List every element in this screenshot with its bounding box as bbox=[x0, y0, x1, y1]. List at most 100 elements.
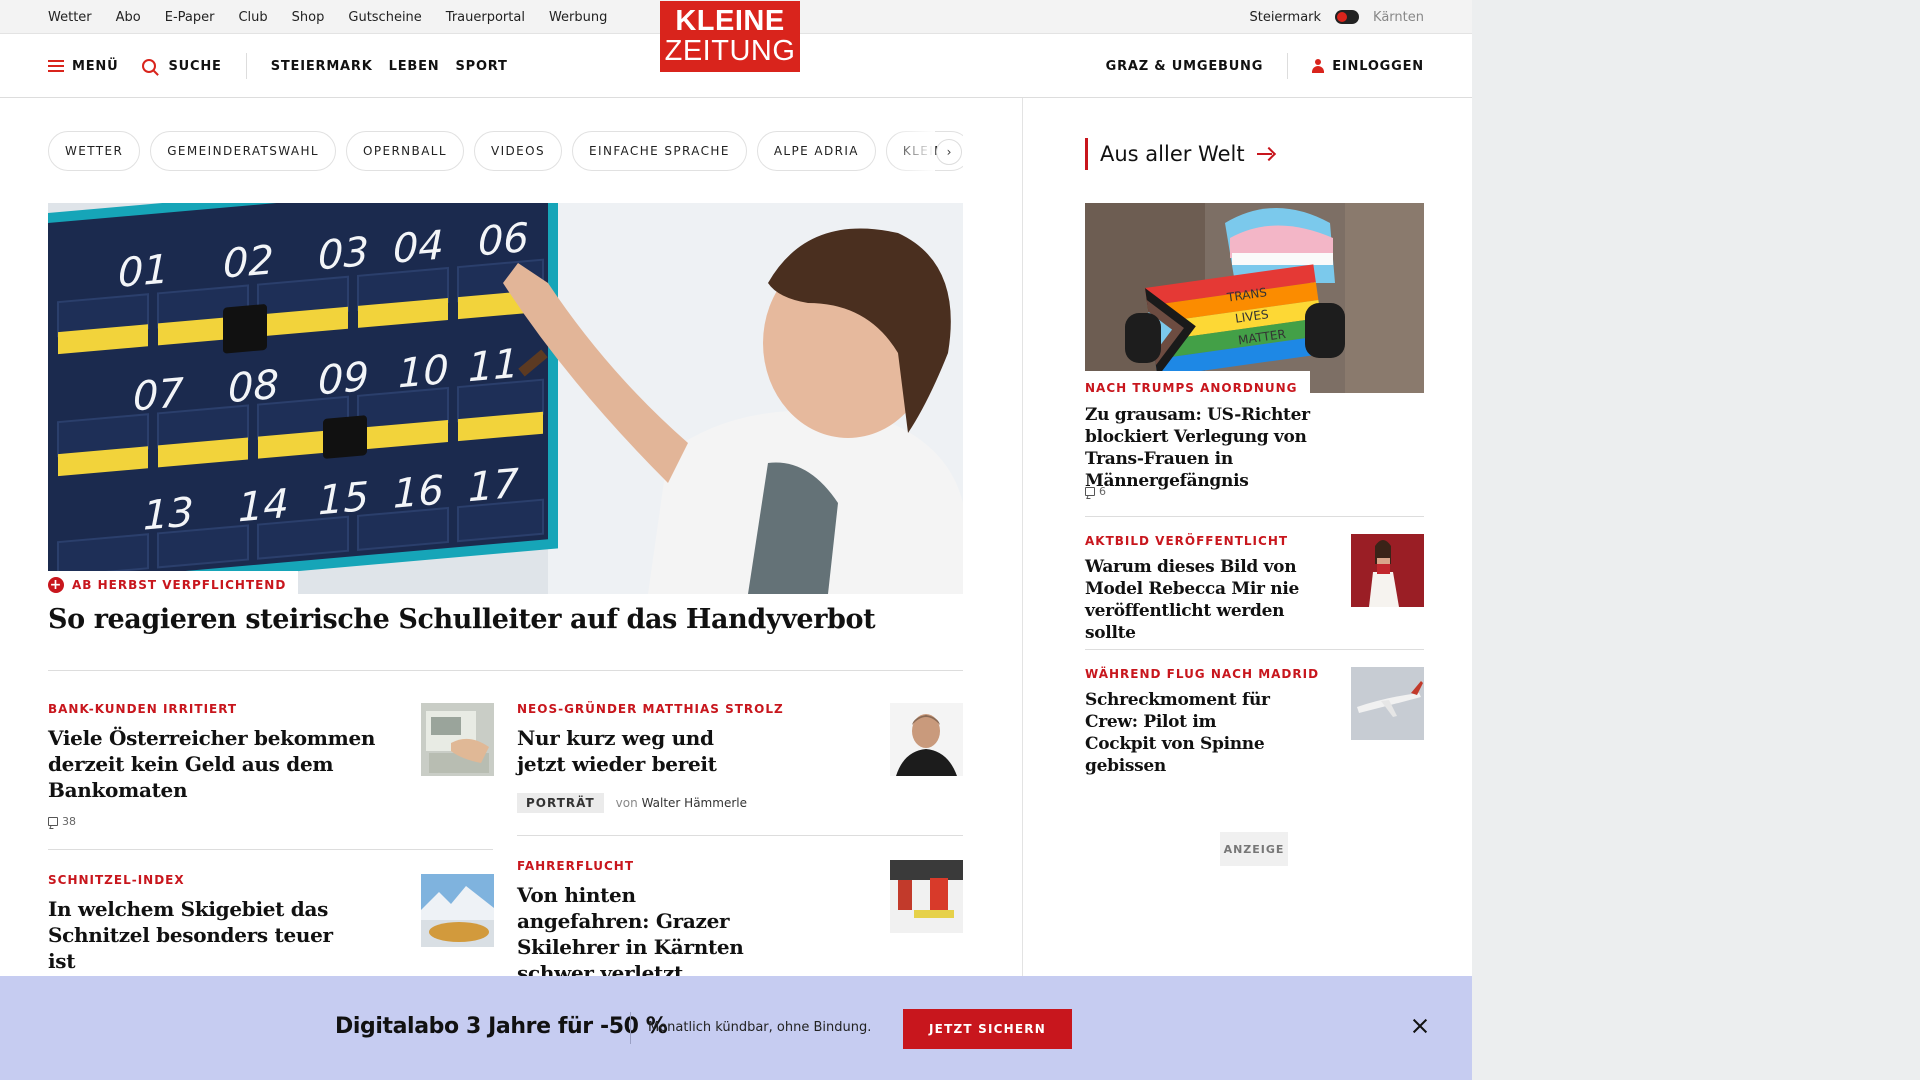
divider bbox=[1085, 649, 1424, 650]
login-button[interactable]: EINLOGGEN bbox=[1312, 59, 1424, 74]
location-link[interactable]: GRAZ & UMGEBUNG bbox=[1106, 59, 1264, 74]
ski-rescue-image bbox=[890, 860, 963, 933]
chip-einfache-sprache[interactable]: EINFACHE SPRACHE bbox=[572, 131, 747, 171]
article-kicker: AKTBILD VERÖFFENTLICHT bbox=[1085, 534, 1289, 548]
header-left: MENÜ SUCHE STEIERMARK LEBEN SPORT bbox=[48, 34, 508, 98]
comment-count[interactable]: 6 bbox=[1085, 485, 1106, 498]
banner-text: Monatlich kündbar, ohne Bindung. bbox=[648, 1020, 872, 1035]
region-toggle[interactable] bbox=[1335, 10, 1360, 24]
utility-links: Wetter Abo E-Paper Club Shop Gutscheine … bbox=[48, 0, 607, 34]
comment-count-text: 38 bbox=[62, 815, 76, 828]
chip-alpe-adria[interactable]: ALPE ADRIA bbox=[756, 131, 876, 171]
article-thumbnail[interactable] bbox=[890, 860, 963, 933]
pocket-number: 09 bbox=[318, 354, 369, 404]
close-icon[interactable] bbox=[1410, 1016, 1430, 1036]
utility-link-shop[interactable]: Shop bbox=[292, 10, 325, 25]
search-label: SUCHE bbox=[168, 58, 222, 74]
portrait-image bbox=[890, 703, 963, 776]
hamburger-icon bbox=[48, 60, 64, 72]
header-divider-right bbox=[1287, 53, 1289, 79]
region-kaernten[interactable]: Kärnten bbox=[1373, 10, 1424, 25]
utility-link-abo[interactable]: Abo bbox=[116, 10, 141, 25]
search-button[interactable]: SUCHE bbox=[142, 59, 221, 74]
pocket-number: 13 bbox=[143, 489, 194, 539]
nav-steiermark[interactable]: STEIERMARK bbox=[271, 59, 373, 74]
sidebar-lead-image[interactable]: TRANS LIVES MATTER bbox=[1085, 203, 1424, 393]
pocket-number: 06 bbox=[478, 215, 529, 265]
article-title[interactable]: Warum dieses Bild von Model Rebecca Mir … bbox=[1085, 556, 1335, 644]
article-title[interactable]: Nur kurz weg und jetzt wieder bereit bbox=[517, 725, 737, 777]
article-thumbnail[interactable] bbox=[421, 703, 494, 776]
article-card[interactable]: NEOS-GRÜNDER MATTHIAS STROLZ Nur kurz we… bbox=[517, 702, 817, 813]
sidebar-article[interactable]: WÄHREND FLUG NACH MADRID Schreckmoment f… bbox=[1085, 667, 1335, 777]
article-meta: PORTRÄT von Walter Hämmerle bbox=[517, 793, 817, 813]
article-title[interactable]: In welchem Skigebiet das Schnitzel beson… bbox=[48, 896, 358, 974]
utility-link-gutscheine[interactable]: Gutscheine bbox=[348, 10, 421, 25]
chip-gemeinderatswahl[interactable]: GEMEINDERATSWAHL bbox=[150, 131, 336, 171]
login-label: EINLOGGEN bbox=[1332, 58, 1424, 74]
pocket-number: 08 bbox=[228, 362, 279, 412]
subscription-banner: Digitalabo 3 Jahre für -50 % Monatlich k… bbox=[0, 976, 1472, 1080]
nav-sport[interactable]: SPORT bbox=[455, 59, 507, 74]
page: Wetter Abo E-Paper Club Shop Gutscheine … bbox=[0, 0, 1472, 1080]
menu-button[interactable]: MENÜ bbox=[48, 59, 118, 74]
author-name[interactable]: Walter Hämmerle bbox=[642, 796, 747, 810]
section-accent-bar bbox=[1085, 138, 1088, 170]
pocket-number: 07 bbox=[133, 370, 184, 420]
article-title[interactable]: Viele Österreicher bekommen derzeit kein… bbox=[48, 725, 378, 803]
utility-link-werbung[interactable]: Werbung bbox=[549, 10, 607, 25]
section-title: Aus aller Welt bbox=[1100, 142, 1245, 166]
article-kicker: NEOS-GRÜNDER MATTHIAS STROLZ bbox=[517, 702, 784, 716]
divider bbox=[1085, 516, 1424, 517]
utility-link-wetter[interactable]: Wetter bbox=[48, 10, 92, 25]
article-thumbnail[interactable] bbox=[1351, 534, 1424, 607]
region-steiermark[interactable]: Steiermark bbox=[1249, 10, 1321, 25]
article-kicker: WÄHREND FLUG NACH MADRID bbox=[1085, 667, 1320, 681]
nav-leben[interactable]: LEBEN bbox=[389, 59, 440, 74]
byline: von Walter Hämmerle bbox=[616, 796, 747, 810]
article-kicker: FAHRERFLUCHT bbox=[517, 859, 635, 873]
section-header[interactable]: Aus aller Welt bbox=[1085, 138, 1275, 170]
utility-link-epaper[interactable]: E-Paper bbox=[165, 10, 215, 25]
pocket-number: 17 bbox=[468, 461, 519, 511]
site-logo[interactable]: KLEINE ZEITUNG bbox=[660, 1, 800, 72]
chip-videos[interactable]: VIDEOS bbox=[473, 131, 563, 171]
logo-line-1: KLEINE bbox=[675, 5, 785, 37]
pocket-number: 02 bbox=[223, 237, 274, 287]
pocket-number: 10 bbox=[398, 347, 449, 397]
atm-image bbox=[421, 703, 494, 776]
article-kicker: SCHNITZEL-INDEX bbox=[48, 873, 185, 887]
chevron-right-icon: › bbox=[946, 145, 952, 159]
chip-opernball[interactable]: OPERNBALL bbox=[345, 131, 464, 171]
pocket-number: 15 bbox=[318, 474, 369, 524]
menu-label: MENÜ bbox=[72, 58, 119, 74]
article-thumbnail[interactable] bbox=[1351, 667, 1424, 740]
divider bbox=[48, 670, 963, 671]
hero-headline[interactable]: So reagieren steirische Schulleiter auf … bbox=[48, 604, 963, 635]
comment-icon bbox=[48, 817, 58, 826]
article-card[interactable]: BANK-KUNDEN IRRITIERT Viele Österreicher… bbox=[48, 702, 378, 828]
article-card[interactable]: FAHRERFLUCHT Von hinten angefahren: Graz… bbox=[517, 859, 817, 986]
pocket-number: 14 bbox=[238, 481, 289, 531]
hero-image[interactable]: 01 02 03 04 06 07 08 09 10 11 13 14 15 1… bbox=[48, 203, 963, 594]
plus-icon: + bbox=[48, 576, 64, 593]
kicker-text: NACH TRUMPS ANORDNUNG bbox=[1085, 381, 1298, 395]
comment-count[interactable]: 38 bbox=[48, 815, 378, 828]
chips-fade bbox=[890, 131, 935, 171]
banner-cta-button[interactable]: JETZT SICHERN bbox=[903, 1009, 1072, 1049]
utility-link-trauerportal[interactable]: Trauerportal bbox=[446, 10, 525, 25]
article-title[interactable]: Von hinten angefahren: Grazer Skilehrer … bbox=[517, 882, 767, 986]
article-thumbnail[interactable] bbox=[890, 703, 963, 776]
comment-count-text: 6 bbox=[1099, 485, 1106, 498]
article-title[interactable]: Schreckmoment für Crew: Pilot im Cockpit… bbox=[1085, 689, 1285, 777]
chips-next-button[interactable]: › bbox=[936, 139, 962, 165]
sidebar-article[interactable]: AKTBILD VERÖFFENTLICHT Warum dieses Bild… bbox=[1085, 534, 1335, 644]
chip-wetter[interactable]: WETTER bbox=[48, 131, 141, 171]
article-thumbnail[interactable] bbox=[421, 874, 494, 947]
logo-line-2: ZEITUNG bbox=[664, 35, 796, 67]
sidebar-lead-title[interactable]: Zu grausam: US-Richter blockiert Verlegu… bbox=[1085, 404, 1355, 492]
protest-image: TRANS LIVES MATTER bbox=[1085, 203, 1424, 393]
utility-link-club[interactable]: Club bbox=[238, 10, 267, 25]
model-image bbox=[1351, 534, 1424, 607]
hero-illustration: 01 02 03 04 06 07 08 09 10 11 13 14 15 1… bbox=[48, 203, 963, 594]
